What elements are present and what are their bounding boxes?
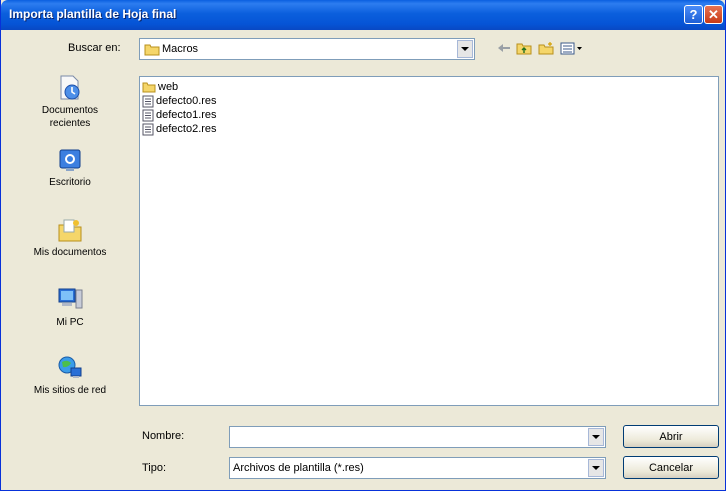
new-folder-button[interactable] bbox=[537, 38, 555, 58]
file-name: web bbox=[158, 81, 179, 93]
places-bar: Documentos recientes Escritorio Mis docu… bbox=[7, 66, 133, 406]
lookin-value: Macros bbox=[162, 43, 199, 55]
file-icon bbox=[142, 95, 154, 107]
list-item[interactable]: defecto0.res bbox=[142, 94, 217, 108]
filetype-select[interactable]: Archivos de plantilla (*.res) bbox=[229, 457, 606, 479]
place-label: Mis sitios de red bbox=[33, 385, 107, 396]
recent-documents-icon bbox=[60, 75, 80, 100]
place-my-documents[interactable]: Mis documentos bbox=[7, 216, 133, 259]
place-recent-documents[interactable]: Documentos recientes bbox=[7, 74, 133, 130]
desktop-icon bbox=[59, 149, 81, 171]
my-computer-icon bbox=[58, 288, 83, 309]
file-icon bbox=[142, 123, 154, 135]
place-my-computer[interactable]: Mi PC bbox=[7, 286, 133, 329]
window-title: Importa plantilla de Hoja final bbox=[9, 7, 177, 21]
lookin-dropdown-button[interactable] bbox=[457, 40, 473, 58]
file-name: defecto0.res bbox=[156, 95, 217, 107]
close-button[interactable]: ✕ bbox=[704, 5, 723, 24]
up-folder-icon bbox=[516, 43, 532, 55]
place-label: Mis documentos bbox=[33, 247, 107, 258]
filename-label: Nombre: bbox=[142, 430, 185, 442]
lookin-combo[interactable]: Macros bbox=[139, 38, 475, 60]
filetype-label: Tipo: bbox=[142, 462, 167, 474]
close-icon: ✕ bbox=[708, 6, 719, 22]
filename-dropdown-button[interactable] bbox=[588, 428, 604, 446]
folder-icon bbox=[144, 44, 160, 56]
filename-field[interactable] bbox=[229, 426, 606, 448]
file-name: defecto2.res bbox=[156, 123, 217, 135]
place-label: Mi PC bbox=[56, 317, 84, 328]
folder-icon bbox=[142, 82, 156, 93]
view-menu-icon bbox=[560, 42, 582, 55]
filetype-value: Archivos de plantilla (*.res) bbox=[233, 462, 364, 474]
my-documents-icon bbox=[58, 219, 82, 242]
up-folder-button[interactable] bbox=[515, 38, 533, 58]
title-bar[interactable]: Importa plantilla de Hoja final ? ✕ bbox=[1, 0, 725, 30]
list-item[interactable]: web bbox=[142, 80, 178, 94]
place-desktop[interactable]: Escritorio bbox=[7, 148, 133, 189]
place-label: Documentos bbox=[41, 105, 99, 116]
place-label-line2: recientes bbox=[49, 118, 91, 129]
help-icon: ? bbox=[689, 7, 698, 22]
place-label: Escritorio bbox=[49, 177, 91, 188]
file-list[interactable]: web defecto0.res defecto1.res defecto2.r… bbox=[139, 76, 719, 406]
help-button[interactable]: ? bbox=[684, 5, 703, 24]
open-button-label: Abrir bbox=[659, 430, 683, 443]
back-arrow-icon bbox=[498, 44, 510, 52]
place-network[interactable]: Mis sitios de red bbox=[7, 354, 133, 397]
file-icon bbox=[142, 109, 154, 121]
cancel-button[interactable]: Cancelar bbox=[623, 456, 719, 479]
lookin-label: Buscar en: bbox=[68, 42, 121, 54]
list-item[interactable]: defecto2.res bbox=[142, 122, 217, 136]
view-menu-button[interactable] bbox=[559, 38, 585, 58]
new-folder-icon bbox=[538, 42, 554, 55]
list-item[interactable]: defecto1.res bbox=[142, 108, 217, 122]
cancel-button-label: Cancelar bbox=[648, 461, 694, 474]
filetype-dropdown-button[interactable] bbox=[588, 459, 604, 477]
open-button[interactable]: Abrir bbox=[623, 425, 719, 448]
network-places-icon bbox=[58, 356, 82, 378]
file-name: defecto1.res bbox=[156, 109, 217, 121]
open-file-dialog: Importa plantilla de Hoja final ? ✕ Busc… bbox=[0, 0, 726, 491]
back-button[interactable] bbox=[495, 38, 513, 58]
